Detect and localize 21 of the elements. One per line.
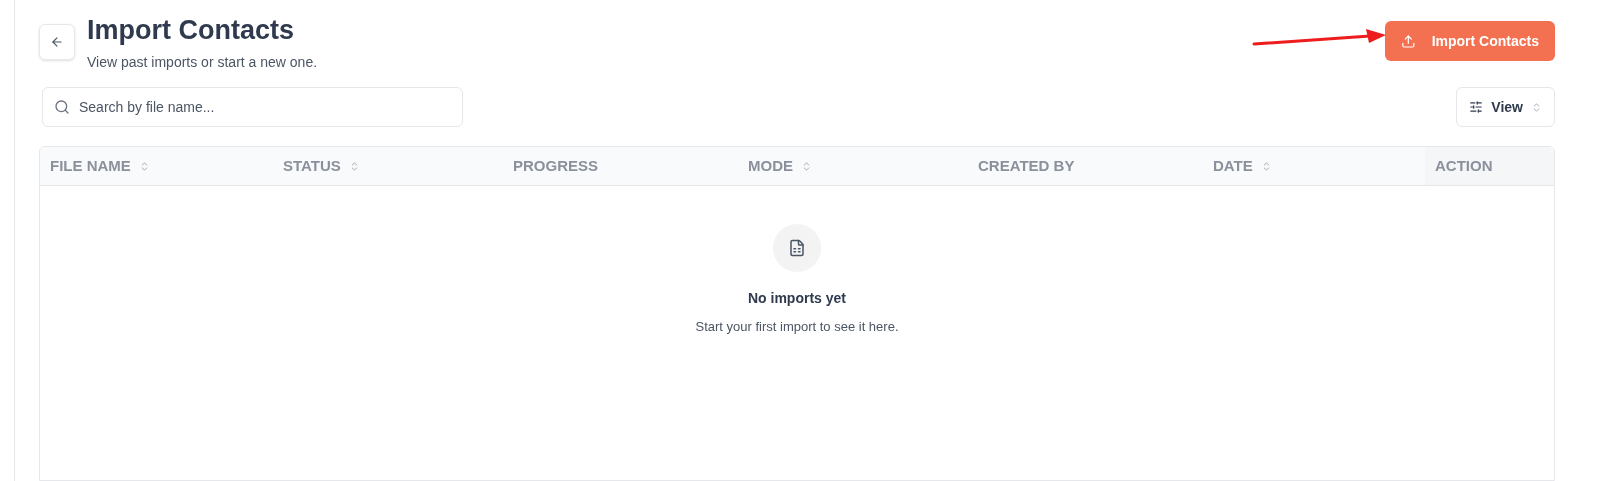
sliders-icon [1469, 100, 1484, 114]
back-button[interactable] [39, 24, 75, 60]
upload-icon [1401, 33, 1416, 49]
column-header[interactable]: MODE [738, 147, 968, 185]
sort-icon [1531, 101, 1542, 113]
view-button[interactable]: View [1456, 87, 1555, 127]
document-icon [788, 239, 806, 257]
search-icon [54, 99, 70, 115]
empty-message: Start your first import to see it here. [695, 318, 899, 336]
column-header[interactable]: STATUS [273, 147, 503, 185]
empty-title: No imports yet [748, 289, 846, 308]
page-title: Import Contacts [87, 14, 295, 46]
page-subtitle: View past imports or start a new one. [87, 53, 318, 72]
import-contacts-button[interactable]: Import Contacts [1385, 21, 1555, 61]
column-header[interactable]: DATE [1203, 147, 1425, 185]
search-field[interactable]: Search by file name... [42, 87, 463, 127]
column-header: CREATED BY [977, 155, 1076, 176]
column-header: ACTION [1425, 147, 1554, 185]
column-header[interactable]: FILE NAME [40, 147, 273, 185]
column-header: PROGRESS [512, 155, 600, 176]
sort-icon [801, 160, 812, 172]
